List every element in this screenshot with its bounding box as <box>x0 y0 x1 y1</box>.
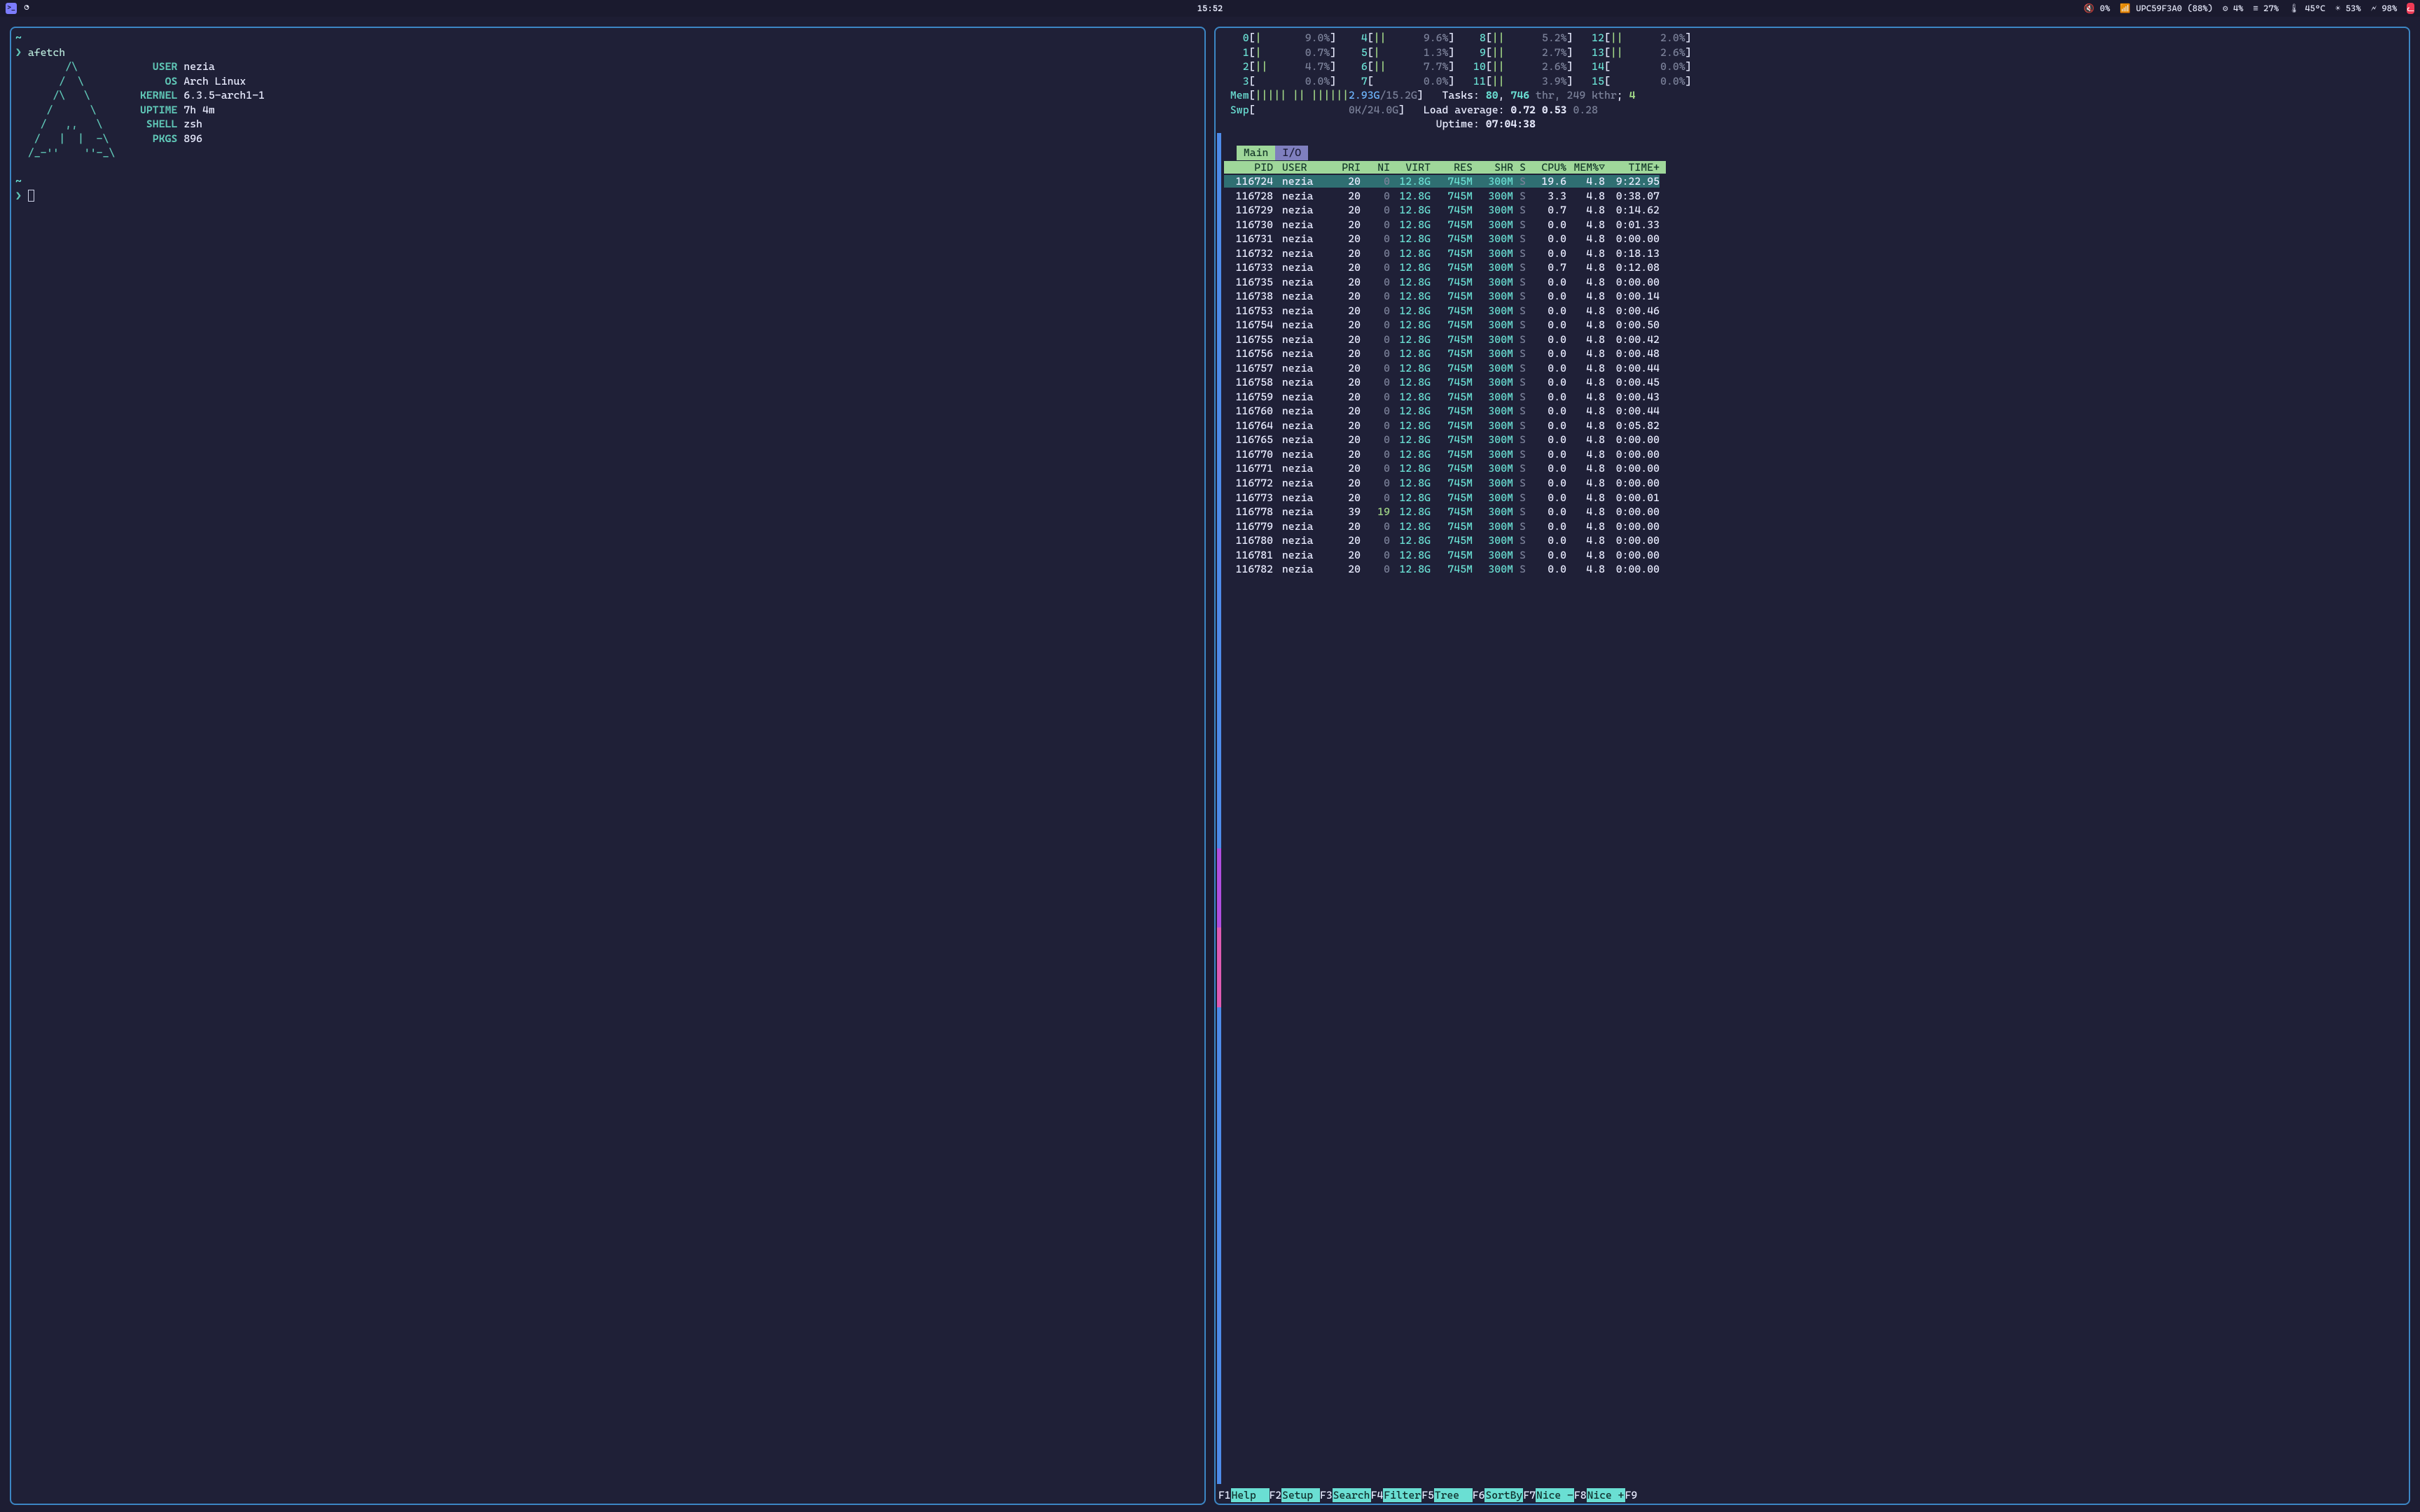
process-row[interactable]: 116738 nezia20012.8G745M300M S0.04.80:00… <box>1224 290 1660 302</box>
fn-label[interactable]: Nice - <box>1536 1488 1574 1502</box>
temperature-indicator[interactable]: 🌡 45°C <box>2288 3 2325 15</box>
fn-label[interactable]: Tree <box>1434 1488 1473 1502</box>
gear-icon: ⚙ <box>2223 3 2228 13</box>
process-row[interactable]: 116733 nezia20012.8G745M300M S0.74.80:12… <box>1224 261 1660 274</box>
fan-indicator[interactable]: ⚙ 4% <box>2223 3 2244 15</box>
htop-tab-main[interactable]: Main <box>1237 146 1276 160</box>
process-row[interactable]: 116771 nezia20012.8G745M300M S0.04.80:00… <box>1224 462 1660 475</box>
process-row[interactable]: 116735 nezia20012.8G745M300M S0.04.80:00… <box>1224 276 1660 288</box>
fn-label[interactable]: Search <box>1333 1488 1371 1502</box>
fn-label[interactable]: Help <box>1231 1488 1270 1502</box>
fn-key[interactable]: F1 <box>1218 1489 1231 1502</box>
process-row[interactable]: 116772 nezia20012.8G745M300M S0.04.80:00… <box>1224 477 1660 489</box>
process-row[interactable]: 116760 nezia20012.8G745M300M S0.04.80:00… <box>1224 405 1660 417</box>
wifi-indicator[interactable]: 📶 UPC59F3A0 (88%) <box>2120 3 2213 15</box>
clock: 15:52 <box>1197 3 1223 15</box>
fn-label[interactable]: Setup <box>1281 1488 1320 1502</box>
process-row[interactable]: 116757 nezia20012.8G745M300M S0.04.80:00… <box>1224 362 1660 374</box>
terminal-right-pane[interactable]: 0[| 9.0%] 4[|| 9.6%] 8[|| 5.2%] 12[|| 2.… <box>1214 27 2410 1505</box>
menu-icon: ≡ <box>2253 3 2258 13</box>
process-row[interactable]: 116756 nezia20012.8G745M300M S0.04.80:00… <box>1224 347 1660 360</box>
fn-key[interactable]: F9 <box>1625 1489 1638 1502</box>
battery-indicator[interactable]: 🗲 98% <box>2371 3 2398 15</box>
memory-indicator[interactable]: ≡ 27% <box>2253 3 2279 15</box>
process-row[interactable]: 116729 nezia20012.8G745M300M S0.74.80:14… <box>1224 204 1660 216</box>
top-bar: >_ ◔ 15:52 🔇 0% 📶 UPC59F3A0 (88%) ⚙ 4% ≡… <box>0 0 2420 17</box>
fn-key[interactable]: F4 <box>1371 1489 1384 1502</box>
cursor <box>28 190 34 202</box>
system-tray: 🔇 0% 📶 UPC59F3A0 (88%) ⚙ 4% ≡ 27% 🌡 45°C… <box>2084 3 2414 15</box>
process-row[interactable]: 116770 nezia20012.8G745M300M S0.04.80:00… <box>1224 448 1660 461</box>
fn-label[interactable]: Nice + <box>1587 1488 1625 1502</box>
discord-icon[interactable]: ᓚ <box>2407 3 2414 15</box>
fn-key[interactable]: F3 <box>1320 1489 1333 1502</box>
process-row[interactable]: 116724 nezia20012.8G745M300M S19.64.89:2… <box>1224 175 1660 188</box>
htop-tab-io[interactable]: I/O <box>1275 146 1308 160</box>
battery-icon: 🗲 <box>2371 3 2377 13</box>
fn-key[interactable]: F2 <box>1270 1489 1282 1502</box>
process-row[interactable]: 116755 nezia20012.8G745M300M S0.04.80:00… <box>1224 333 1660 346</box>
process-row[interactable]: 116778 nezia391912.8G745M300M S0.04.80:0… <box>1224 505 1660 518</box>
process-row[interactable]: 116754 nezia20012.8G745M300M S0.04.80:00… <box>1224 318 1660 331</box>
scroll-gutter <box>1217 133 1221 1484</box>
htop-header-row[interactable]: PID USERPRINIVIRTRESSHRSCPU%MEM%▽TIME+ <box>1224 161 1666 174</box>
fn-label[interactable]: Filter <box>1383 1488 1421 1502</box>
speaker-muted-icon: 🔇 <box>2084 3 2095 13</box>
volume-indicator[interactable]: 🔇 0% <box>2084 3 2110 15</box>
fn-key[interactable]: F6 <box>1473 1489 1485 1502</box>
shell-command: afetch <box>28 46 65 59</box>
process-row[interactable]: 116781 nezia20012.8G745M300M S0.04.80:00… <box>1224 549 1660 561</box>
process-row[interactable]: 116732 nezia20012.8G745M300M S0.04.80:18… <box>1224 247 1660 260</box>
taskbar-apps: >_ ◔ <box>6 3 32 14</box>
process-row[interactable]: 116780 nezia20012.8G745M300M S0.04.80:00… <box>1224 534 1660 547</box>
fn-key[interactable]: F5 <box>1421 1489 1434 1502</box>
process-row[interactable]: 116758 nezia20012.8G745M300M S0.04.80:00… <box>1224 376 1660 388</box>
process-row[interactable]: 116764 nezia20012.8G745M300M S0.04.80:05… <box>1224 419 1660 432</box>
process-row[interactable]: 116782 nezia20012.8G745M300M S0.04.80:00… <box>1224 563 1660 575</box>
fn-key[interactable]: F8 <box>1574 1489 1587 1502</box>
process-row[interactable]: 116730 nezia20012.8G745M300M S0.04.80:01… <box>1224 218 1660 231</box>
process-row[interactable]: 116759 nezia20012.8G745M300M S0.04.80:00… <box>1224 391 1660 403</box>
htop-function-keys[interactable]: F1Help F2Setup F3SearchF4FilterF5Tree F6… <box>1216 1488 2409 1502</box>
fn-label[interactable]: SortBy <box>1484 1488 1523 1502</box>
wifi-icon: 📶 <box>2120 3 2131 13</box>
process-row[interactable]: 116779 nezia20012.8G745M300M S0.04.80:00… <box>1224 520 1660 533</box>
workspace: ~ ❯ afetch /\ USER nezia / \ OS Arch Lin… <box>0 17 2420 1512</box>
brightness-indicator[interactable]: ☀ 53% <box>2335 3 2361 15</box>
process-row[interactable]: 116731 nezia20012.8G745M300M S0.04.80:00… <box>1224 232 1660 245</box>
process-row[interactable]: 116765 nezia20012.8G745M300M S0.04.80:00… <box>1224 433 1660 446</box>
terminal-app-icon[interactable]: >_ <box>6 3 17 14</box>
thermometer-icon: 🌡 <box>2288 3 2300 13</box>
fn-key[interactable]: F7 <box>1523 1489 1536 1502</box>
process-row[interactable]: 116728 nezia20012.8G745M300M S3.34.80:38… <box>1224 190 1660 202</box>
sun-icon: ☀ <box>2335 3 2341 13</box>
process-row[interactable]: 116773 nezia20012.8G745M300M S0.04.80:00… <box>1224 491 1660 504</box>
process-row[interactable]: 116753 nezia20012.8G745M300M S0.04.80:00… <box>1224 304 1660 317</box>
terminal-left-pane[interactable]: ~ ❯ afetch /\ USER nezia / \ OS Arch Lin… <box>10 27 1206 1505</box>
app-icon[interactable]: ◔ <box>21 3 32 14</box>
